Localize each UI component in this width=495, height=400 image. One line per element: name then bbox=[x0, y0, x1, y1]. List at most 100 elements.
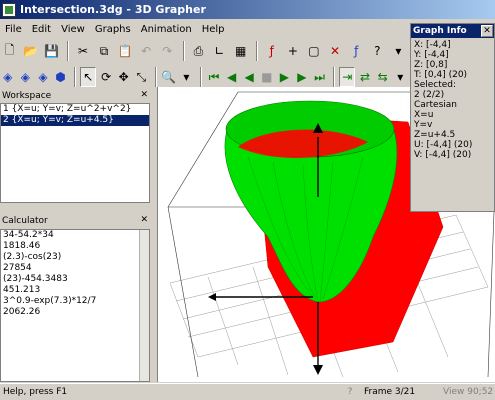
status-bar: Help, press F1 ? Frame 3/21 View 90;52 bbox=[0, 383, 495, 400]
zoom-icon[interactable]: 🔍 bbox=[161, 67, 177, 87]
move-icon[interactable]: ✥ bbox=[116, 67, 132, 87]
delete-graph-icon[interactable]: ✕ bbox=[326, 41, 345, 61]
graph-info-line: U: [-4,4] (20) bbox=[414, 140, 473, 150]
graph-info-line: Y=v bbox=[414, 120, 433, 130]
menu-file[interactable]: File bbox=[0, 24, 27, 35]
graph-info-line: Y: [-4,4] bbox=[414, 50, 449, 60]
status-view: View 90;52 bbox=[443, 387, 494, 397]
new-file-icon[interactable]: 🗋 bbox=[0, 41, 19, 61]
view-top-icon[interactable]: ◈ bbox=[35, 67, 51, 87]
graph-info-line: 2 (2/2) bbox=[414, 90, 445, 100]
animation-dropdown-icon[interactable]: ▾ bbox=[392, 67, 408, 87]
step-back-icon[interactable]: ◀ bbox=[224, 67, 240, 87]
menu-help[interactable]: Help bbox=[197, 24, 230, 35]
app-icon bbox=[2, 2, 16, 17]
calculator-line: (2.3)-cos(23) bbox=[3, 252, 62, 262]
toolbar-separator bbox=[200, 67, 203, 87]
status-help-text: Help, press F1 bbox=[3, 387, 68, 397]
graph-info-close-icon[interactable]: ✕ bbox=[481, 25, 493, 37]
help-icon[interactable]: ? bbox=[368, 41, 387, 61]
calculator-close-icon[interactable]: ✕ bbox=[140, 215, 148, 225]
workspace-item[interactable]: 1 {X=u; Y=v; Z=u^2+v^2} bbox=[1, 104, 149, 115]
loop-bounce-icon[interactable]: ⇆ bbox=[375, 67, 391, 87]
first-frame-icon[interactable]: ⏮ bbox=[206, 67, 222, 87]
rotate-icon[interactable]: ⟳ bbox=[98, 67, 114, 87]
bounding-box-edge bbox=[167, 206, 199, 378]
graph-info-line: Z: [0,8] bbox=[414, 60, 448, 70]
graph-properties-icon[interactable]: ▢ bbox=[304, 41, 323, 61]
edit-function-icon[interactable]: ƒ bbox=[347, 41, 366, 61]
graph-info-line: X: [-4,4] bbox=[414, 40, 451, 50]
cut-icon[interactable]: ✂ bbox=[73, 41, 92, 61]
copy-icon[interactable]: ⧉ bbox=[94, 41, 113, 61]
scale-icon[interactable]: ⤡ bbox=[133, 67, 149, 87]
toolbar-dropdown-icon[interactable]: ▾ bbox=[389, 41, 408, 61]
toolbar-separator bbox=[333, 67, 336, 87]
calculator-line: (23)-454.3483 bbox=[3, 274, 68, 284]
toolbar-separator bbox=[74, 67, 77, 87]
workspace-close-icon[interactable]: ✕ bbox=[140, 90, 148, 100]
x-axis-arrow bbox=[208, 293, 216, 301]
redo-icon[interactable]: ↷ bbox=[158, 41, 177, 61]
view-side-icon[interactable]: ◈ bbox=[18, 67, 34, 87]
calculator-line: 1818.46 bbox=[3, 241, 41, 251]
main-toolbar: 🗋 📂 💾 ✂ ⧉ 📋 ↶ ↷ ⎙ ∟ ▦ ƒ + ▢ ✕ ƒ ? ▾ bbox=[0, 38, 410, 64]
step-forward-icon[interactable]: ▶ bbox=[294, 67, 310, 87]
menu-animation[interactable]: Animation bbox=[136, 24, 197, 35]
calculator-line: 34-54.2*34 bbox=[3, 230, 54, 240]
loop-repeat-icon[interactable]: ⇄ bbox=[357, 67, 373, 87]
calculator-line: 451.213 bbox=[3, 285, 41, 295]
status-frame: Frame 3/21 bbox=[364, 387, 416, 397]
window-title: Intersection.3dg - 3D Grapher bbox=[20, 3, 206, 16]
play-back-icon[interactable]: ◀ bbox=[241, 67, 257, 87]
play-icon[interactable]: ▶ bbox=[277, 67, 293, 87]
last-frame-icon[interactable]: ⏭ bbox=[312, 67, 328, 87]
workspace-title: Workspace bbox=[2, 91, 52, 101]
add-function-icon[interactable]: ƒ bbox=[262, 41, 281, 61]
add-graph-icon[interactable]: + bbox=[283, 41, 302, 61]
graph-info-line: X=u bbox=[414, 110, 434, 120]
select-cursor-icon[interactable]: ↖ bbox=[80, 67, 97, 87]
graph-info-line: Cartesian bbox=[414, 100, 457, 110]
graph-info-body: X: [-4,4] Y: [-4,4] Z: [0,8] T: [0,4] (2… bbox=[411, 38, 494, 162]
calculator-line: 3^0.9-exp(7.3)*12/7 bbox=[3, 296, 97, 306]
workspace-header: Workspace ✕ bbox=[0, 89, 150, 103]
calculator-header: Calculator ✕ bbox=[0, 214, 150, 228]
z-axis-arrow-down bbox=[313, 365, 323, 375]
menu-bar: File Edit View Graphs Animation Help bbox=[0, 20, 410, 38]
calculator-line: 2062.26 bbox=[3, 307, 41, 317]
print-icon[interactable]: ⎙ bbox=[189, 41, 208, 61]
calculator-title: Calculator bbox=[2, 216, 48, 226]
calculator-line: 27854 bbox=[3, 263, 32, 273]
graph-info-line: Z=u+4.5 bbox=[414, 130, 456, 140]
stop-icon[interactable]: ■ bbox=[259, 67, 275, 87]
zoom-dropdown-icon[interactable]: ▾ bbox=[179, 67, 195, 87]
save-icon[interactable]: 💾 bbox=[42, 41, 61, 61]
graph-info-line: Selected: bbox=[414, 80, 457, 90]
toolbar-separator bbox=[182, 41, 185, 61]
graph-info-panel: Graph Info ✕ X: [-4,4] Y: [-4,4] Z: [0,8… bbox=[410, 23, 495, 212]
view-front-icon[interactable]: ◈ bbox=[0, 67, 16, 87]
toolbar-separator bbox=[67, 41, 70, 61]
loop-once-icon[interactable]: ⇥ bbox=[339, 67, 356, 87]
workspace-item-selected[interactable]: 2 {X=u; Y=v; Z=u+4.5} bbox=[1, 115, 149, 126]
undo-icon[interactable]: ↶ bbox=[137, 41, 156, 61]
graph-info-title: Graph Info bbox=[413, 26, 467, 36]
toolbar-separator bbox=[155, 67, 158, 87]
menu-graphs[interactable]: Graphs bbox=[90, 24, 136, 35]
calculator-scrollbar[interactable] bbox=[139, 230, 149, 381]
view-iso-icon[interactable]: ⬢ bbox=[53, 67, 69, 87]
status-indicator: ? bbox=[347, 387, 353, 397]
paste-icon[interactable]: 📋 bbox=[116, 41, 135, 61]
menu-edit[interactable]: Edit bbox=[27, 24, 56, 35]
grid-icon[interactable]: ▦ bbox=[231, 41, 250, 61]
graph-info-line: V: [-4,4] (20) bbox=[414, 150, 472, 160]
open-folder-icon[interactable]: 📂 bbox=[21, 41, 40, 61]
toolbar-separator bbox=[256, 41, 259, 61]
workspace-list[interactable]: 1 {X=u; Y=v; Z=u^2+v^2} 2 {X=u; Y=v; Z=u… bbox=[0, 103, 150, 203]
title-bar: Intersection.3dg - 3D Grapher bbox=[0, 0, 495, 19]
menu-view[interactable]: View bbox=[56, 24, 90, 35]
axes-icon[interactable]: ∟ bbox=[210, 41, 229, 61]
calculator-output[interactable]: 34-54.2*34 1818.46 (2.3)-cos(23) 27854 (… bbox=[0, 229, 150, 382]
graph-info-line: T: [0,4] (20) bbox=[414, 70, 468, 80]
